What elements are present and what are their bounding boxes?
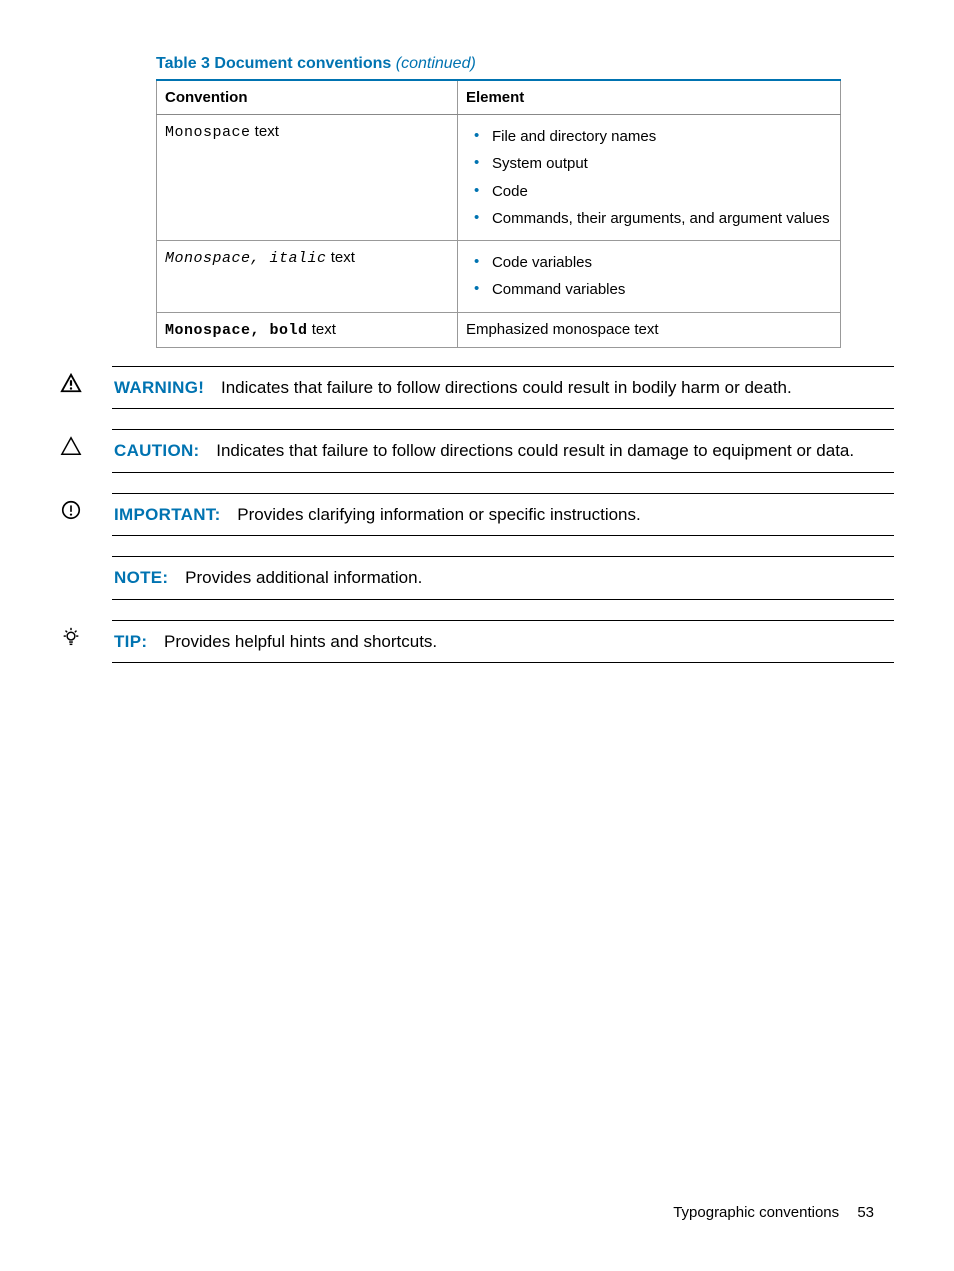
- col-header-convention: Convention: [157, 80, 458, 115]
- callout-text: Provides clarifying information or speci…: [237, 505, 640, 524]
- convention-text-suffix: text: [327, 249, 355, 266]
- warning-triangle-outline-icon: [60, 429, 112, 457]
- convention-monospace: Monospace: [165, 124, 251, 141]
- convention-text-suffix: text: [251, 123, 279, 140]
- list-item: Command variables: [482, 276, 830, 303]
- warning-triangle-filled-icon: [60, 366, 112, 394]
- callout-important: IMPORTANT: Provides clarifying informati…: [60, 493, 894, 537]
- callout-tip: TIP: Provides helpful hints and shortcut…: [60, 620, 894, 664]
- conventions-table: Convention Element Monospace text File a…: [156, 79, 841, 348]
- callout-warning: WARNING! Indicates that failure to follo…: [60, 366, 894, 410]
- table-row: Monospace, bold text Emphasized monospac…: [157, 312, 841, 347]
- convention-monospace-bold: Monospace, bold: [165, 322, 308, 339]
- list-item: Code: [482, 178, 830, 205]
- element-list: Code variables Command variables: [466, 249, 830, 304]
- element-plain-text: Emphasized monospace text: [457, 312, 840, 347]
- callout-text: Provides additional information.: [185, 568, 422, 587]
- note-no-icon: [60, 556, 112, 562]
- list-item: Commands, their arguments, and argument …: [482, 205, 830, 232]
- callout-text: Indicates that failure to follow directi…: [216, 441, 854, 460]
- callout-label: IMPORTANT:: [114, 505, 221, 524]
- table-caption-continued: (continued): [396, 55, 476, 72]
- footer-section-title: Typographic conventions: [673, 1204, 839, 1221]
- callout-label: NOTE:: [114, 568, 168, 587]
- footer-page-number: 53: [857, 1204, 874, 1221]
- callouts-section: WARNING! Indicates that failure to follo…: [60, 366, 894, 664]
- table-caption-title: Table 3 Document conventions: [156, 55, 391, 72]
- convention-monospace-italic: Monospace, italic: [165, 250, 327, 267]
- element-list: File and directory names System output C…: [466, 123, 830, 232]
- list-item: Code variables: [482, 249, 830, 276]
- callout-label: WARNING!: [114, 378, 204, 397]
- convention-text-suffix: text: [308, 321, 336, 338]
- table-row: Monospace, italic text Code variables Co…: [157, 241, 841, 313]
- table-caption: Table 3 Document conventions (continued): [156, 55, 894, 73]
- callout-label: CAUTION:: [114, 441, 200, 460]
- callout-note: NOTE: Provides additional information.: [60, 556, 894, 600]
- table-row: Monospace text File and directory names …: [157, 115, 841, 241]
- col-header-element: Element: [457, 80, 840, 115]
- info-circle-icon: [60, 493, 112, 521]
- list-item: System output: [482, 150, 830, 177]
- callout-text: Indicates that failure to follow directi…: [221, 378, 792, 397]
- list-item: File and directory names: [482, 123, 830, 150]
- lightbulb-icon: [60, 620, 112, 648]
- callout-caution: CAUTION: Indicates that failure to follo…: [60, 429, 894, 473]
- page-footer: Typographic conventions 53: [673, 1204, 874, 1221]
- callout-label: TIP:: [114, 632, 147, 651]
- callout-text: Provides helpful hints and shortcuts.: [164, 632, 437, 651]
